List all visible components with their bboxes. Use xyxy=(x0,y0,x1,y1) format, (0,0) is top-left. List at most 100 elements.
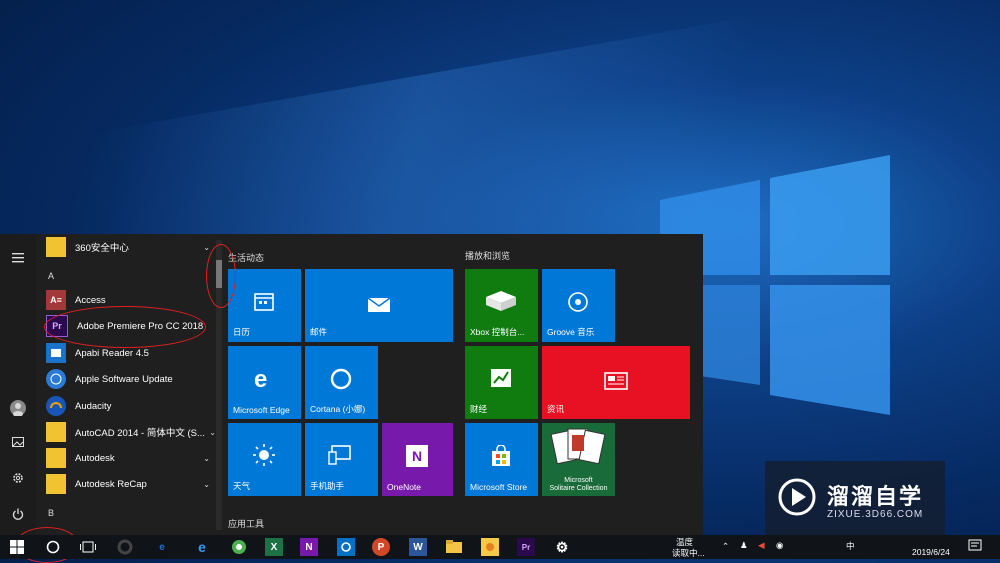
tile-phone[interactable]: 手机助手 xyxy=(305,423,378,496)
finance-chart-icon xyxy=(491,369,511,387)
app-label: Autodesk ReCap xyxy=(75,478,147,490)
tile-xbox[interactable]: Xbox 控制台... xyxy=(465,269,538,342)
news-icon xyxy=(604,372,628,390)
xbox-console-icon xyxy=(486,291,516,311)
task-view-icon[interactable] xyxy=(79,538,97,556)
chevron-down-icon: ⌄ xyxy=(203,242,210,252)
tile-mail[interactable]: 邮件 xyxy=(305,269,453,342)
annotation-circle-premiere xyxy=(44,306,206,348)
tile-solitaire[interactable]: Microsoft Solitaire Collection xyxy=(542,423,615,496)
sun-icon xyxy=(253,444,275,466)
powerpoint-icon[interactable]: P xyxy=(372,538,390,556)
tile-store[interactable]: Microsoft Store xyxy=(465,423,538,496)
access-icon: A≡ xyxy=(46,290,66,310)
app-label: AutoCAD 2014 - 简体中文 (S... xyxy=(75,428,205,439)
tray-app-icon[interactable]: ♟ xyxy=(740,540,748,551)
file-explorer-icon[interactable] xyxy=(445,538,463,556)
settings-taskbar-icon[interactable]: ⚙ xyxy=(553,538,571,556)
tile-label: 资讯 xyxy=(547,404,565,414)
group-header-tools[interactable]: 应用工具 xyxy=(228,517,264,530)
annotation-circle-scrollbar xyxy=(206,244,236,308)
ie-browser-icon[interactable]: e xyxy=(153,538,171,556)
user-avatar[interactable] xyxy=(6,396,30,420)
app-label: Apabi Reader 4.5 xyxy=(75,347,149,359)
word-icon[interactable]: W xyxy=(409,538,427,556)
app-folder-autocad[interactable]: AutoCAD 2014 - 简体中文 (S... ⌄ xyxy=(46,419,216,445)
tile-label: 邮件 xyxy=(310,327,328,337)
tile-edge[interactable]: e Microsoft Edge xyxy=(228,346,301,419)
ime-chinese-indicator[interactable]: 中 xyxy=(846,540,855,552)
app-folder-360[interactable]: 360安全中心 ⌄ xyxy=(46,234,216,260)
premiere-taskbar-icon[interactable]: Pr xyxy=(517,538,535,556)
folder-icon xyxy=(46,448,66,468)
tray-chevron-up-icon[interactable]: ⌃ xyxy=(722,541,729,552)
tile-label: 财经 xyxy=(470,404,488,414)
tile-calendar[interactable]: 日历 xyxy=(228,269,301,342)
onenote-icon: N xyxy=(406,445,428,467)
tile-weather[interactable]: 天气 xyxy=(228,423,301,496)
tile-groove[interactable]: Groove 音乐 xyxy=(542,269,615,342)
app-label: Access xyxy=(75,294,106,306)
excel-icon[interactable]: X xyxy=(265,538,283,556)
notification-center-icon[interactable] xyxy=(968,539,982,555)
tile-news[interactable]: 资讯 xyxy=(542,346,690,419)
apple-update-icon xyxy=(46,369,66,389)
app-folder-recap[interactable]: Autodesk ReCap ⌄ xyxy=(46,471,216,497)
cortana-icon xyxy=(330,368,352,390)
edge-icon: e xyxy=(254,366,268,393)
tile-label-line: Solitaire Collection xyxy=(549,485,608,492)
app-list: 360安全中心 ⌄ A A≡ Access Pr Adobe Premiere … xyxy=(40,234,216,535)
tray-date[interactable]: 2019/6/24 xyxy=(912,547,950,557)
tile-label: OneNote xyxy=(387,482,422,492)
app-label: Apple Software Update xyxy=(75,373,173,385)
folder-icon xyxy=(46,422,66,442)
group-header-play[interactable]: 播放和浏览 xyxy=(465,249,510,262)
folder-icon xyxy=(46,474,66,494)
tile-label: Cortana (小娜) xyxy=(310,404,366,414)
app-folder-autodesk[interactable]: Autodesk ⌄ xyxy=(46,445,216,471)
chevron-down-icon: ⌄ xyxy=(203,479,210,489)
tile-label: 手机助手 xyxy=(310,481,345,491)
taskbar: e e X N P W Pr ⚙ 温度 读取中... ⌃ ♟ ◀ ◉ 中 201… xyxy=(0,535,1000,559)
tray-alert-icon[interactable]: ◀ xyxy=(758,540,765,551)
folder-icon xyxy=(46,237,66,257)
windows-start-icon[interactable] xyxy=(8,538,26,556)
reader-icon xyxy=(46,343,66,363)
groove-music-icon xyxy=(568,292,588,312)
tile-label-line: Microsoft xyxy=(564,477,593,484)
tile-label: Groove 音乐 xyxy=(547,327,595,337)
outlook-icon[interactable] xyxy=(337,538,355,556)
tile-finance[interactable]: 财经 xyxy=(465,346,538,419)
app-label: Audacity xyxy=(75,400,112,412)
letter-header-b[interactable]: B xyxy=(48,508,54,518)
edge-taskbar-icon[interactable]: e xyxy=(193,538,211,556)
power-icon[interactable] xyxy=(6,502,30,526)
tile-onenote[interactable]: N OneNote xyxy=(382,423,453,496)
tile-label: 天气 xyxy=(233,481,251,491)
tile-label: Microsoft Solitaire Collection xyxy=(542,477,615,493)
store-bag-icon xyxy=(492,445,510,466)
app-icon-taskbar-yellow[interactable] xyxy=(481,538,499,556)
hamburger-menu-icon[interactable] xyxy=(6,246,30,270)
letter-header-a[interactable]: A xyxy=(48,271,54,281)
app-apple-update[interactable]: Apple Software Update xyxy=(46,366,216,392)
360-browser-icon[interactable] xyxy=(230,538,248,556)
app-label: Autodesk xyxy=(75,452,115,464)
tray-shield-icon[interactable]: ◉ xyxy=(776,540,783,551)
tile-cortana[interactable]: Cortana (小娜) xyxy=(305,346,378,419)
cortana-search-icon[interactable] xyxy=(44,538,62,556)
chevron-down-icon: ⌄ xyxy=(203,453,210,463)
playing-cards-icon xyxy=(550,428,606,465)
app-icon-taskbar-1[interactable] xyxy=(116,538,134,556)
phone-companion-icon xyxy=(328,445,351,465)
pictures-icon[interactable] xyxy=(6,430,30,454)
app-label: 360安全中心 xyxy=(75,243,129,254)
settings-gear-icon[interactable] xyxy=(6,466,30,490)
tile-label: 日历 xyxy=(233,327,251,337)
app-audacity[interactable]: Audacity xyxy=(46,393,216,419)
onenote-taskbar-icon[interactable]: N xyxy=(300,538,318,556)
chevron-down-icon: ⌄ xyxy=(209,427,216,437)
watermark-url: ZIXUE.3D66.COM xyxy=(827,509,924,520)
watermark: 溜溜自学 ZIXUE.3D66.COM xyxy=(765,461,945,535)
tray-reading[interactable]: 读取中... xyxy=(672,547,705,559)
